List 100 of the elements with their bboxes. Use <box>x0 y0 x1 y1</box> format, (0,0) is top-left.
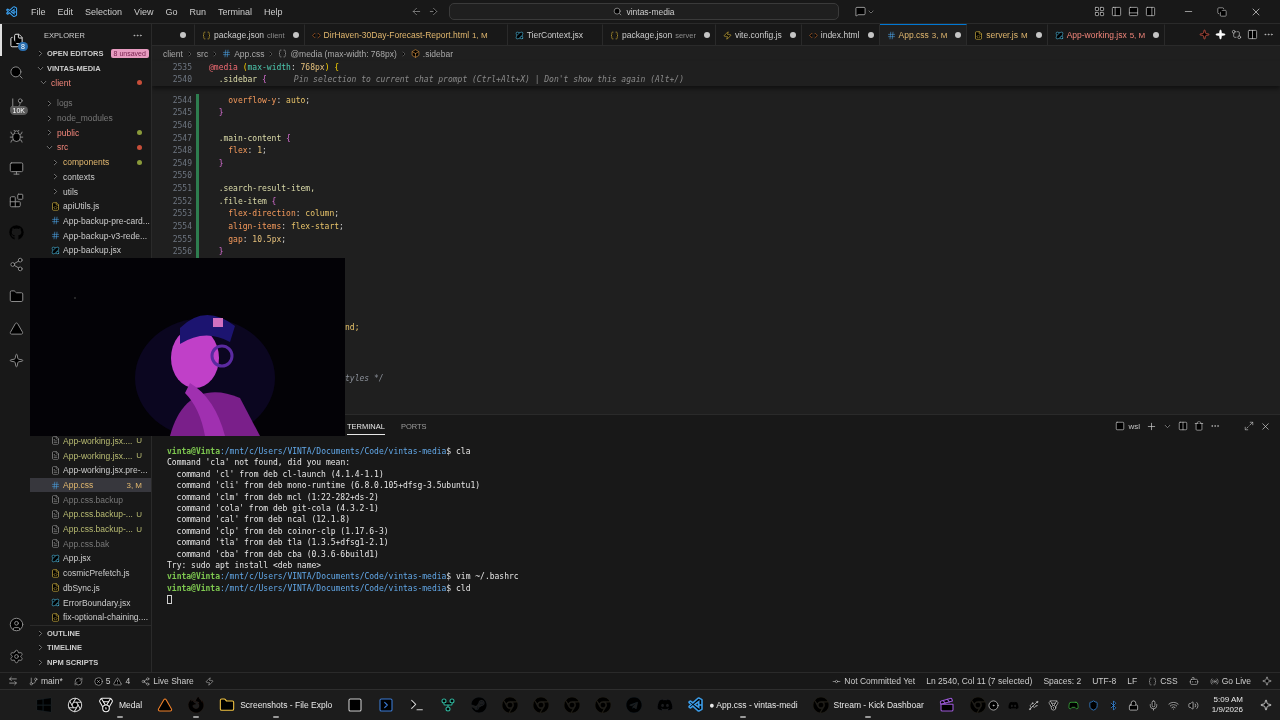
tree-item[interactable]: App.css.bak <box>30 536 151 552</box>
line-number: 2555 <box>171 234 192 244</box>
tree-item[interactable]: dbSync.js <box>30 580 151 596</box>
breadcrumb[interactable]: client <box>163 48 183 59</box>
line-number: 2546 <box>171 120 192 130</box>
taskbar-app[interactable]: Screenshots - File Explo <box>217 692 335 718</box>
code-line: @media (max-width: 768px) { <box>209 62 340 72</box>
code-line: nd; <box>345 323 360 333</box>
tree-item[interactable]: App.css 3, M <box>30 477 151 493</box>
command-center[interactable]: vintas-media <box>449 3 839 20</box>
line-number: 2554 <box>171 222 192 232</box>
terminal-line: command 'clp' from deb coinor-clp (1.17.6-3) <box>175 525 390 538</box>
tree-item[interactable]: ErrorBoundary.jsx <box>30 595 151 610</box>
tree-item[interactable]: App.css.backup <box>30 492 151 508</box>
menu-item[interactable]: File <box>26 4 51 19</box>
problems-button[interactable]: 5 4 <box>93 676 131 686</box>
tree-item[interactable]: public <box>30 125 151 141</box>
live-share-button[interactable]: Live Share <box>141 676 194 686</box>
language-button[interactable]: CSS <box>1148 676 1178 686</box>
tree-item[interactable]: contexts <box>30 169 151 185</box>
terminal-line: vinta@Vinta:/mnt/c/Users/VINTA/Documents/Code/vintas-media$ vim ~/.bashrc <box>167 571 520 583</box>
terminal-line: command 'cal' from deb ncal (12.1.8) <box>175 514 351 526</box>
code-line: } <box>217 108 224 118</box>
code-line: tyles */ <box>345 373 384 383</box>
menu-item[interactable]: Edit <box>52 4 79 19</box>
taskbar-app[interactable]: ● App.css - vintas-medi <box>686 692 800 718</box>
breadcrumb[interactable]: App.css <box>234 48 265 59</box>
terminal-line: command 'cl' from deb cl-launch (4.1.4-1.1) <box>175 468 385 481</box>
line-number: 2544 <box>171 95 192 105</box>
breadcrumb[interactable]: @media (max-width: 768px) <box>290 48 397 59</box>
tree-item[interactable]: utils <box>30 184 151 199</box>
line-number: 2545 <box>171 108 192 118</box>
menu-item[interactable]: Go <box>160 4 183 19</box>
tree-item[interactable]: App-backup-pre-card... <box>30 213 151 229</box>
code-line: gap: 10.5px; <box>227 234 287 244</box>
tree-item[interactable]: App.css.backup-... U <box>30 507 151 522</box>
inline-hint: Pin selection to current chat prompt (Ctrl+Alt+X) | Don't show this again (Alt+/) <box>293 75 684 85</box>
line-number: 2553 <box>171 209 192 219</box>
menu-item[interactable]: Selection <box>80 4 128 19</box>
terminal-line: vinta@Vinta:/mnt/c/Users/VINTA/Documents/Code/vintas-media$ cld <box>167 582 472 595</box>
code-line: } <box>217 247 224 257</box>
line-number: 2548 <box>171 146 192 156</box>
terminal-line: Try: sudo apt install <deb name> <box>167 559 323 571</box>
code-line: .main-content { <box>217 133 291 143</box>
editor-tab[interactable]: App.css 3, M <box>879 24 968 45</box>
status-item[interactable]: LF <box>1127 676 1138 686</box>
tree-item[interactable]: App-working.jsx.... U <box>30 433 151 449</box>
terminal-line: command 'cli' from deb mono-runtime (6.8.0.105+dfsg-3.5ubuntu1) <box>175 480 482 492</box>
code-line: .sidebar { <box>217 75 267 85</box>
line-number: 2552 <box>171 196 192 206</box>
tree-item[interactable]: App-working.jsx.pre-... <box>30 463 151 478</box>
tree-item[interactable]: App.jsx <box>30 551 151 566</box>
code-line: .file-item { <box>217 196 277 206</box>
code-line: align-items: flex-start; <box>227 222 344 232</box>
tree-item[interactable]: logs <box>30 96 151 111</box>
breadcrumb[interactable]: .sidebar <box>422 48 454 59</box>
tree-item[interactable]: apiUtils.js <box>30 198 151 214</box>
tree-item[interactable]: App-backup.jsx <box>30 242 151 258</box>
code-line: flex: 1; <box>227 146 267 156</box>
tree-item[interactable]: node_modules <box>30 110 151 126</box>
tree-item[interactable]: App-working.jsx.... U <box>30 448 151 463</box>
status-item[interactable]: Spaces: 2 <box>1043 676 1082 686</box>
line-number: 2549 <box>171 158 192 168</box>
line-number: 2550 <box>171 171 192 181</box>
status-item[interactable]: UTF-8 <box>1092 676 1117 686</box>
terminal-line: command 'cola' from deb git-cola (4.3.2-1) <box>175 502 380 515</box>
terminal-line: vinta@Vinta:/mnt/c/Users/VINTA/Documents/Code/vintas-media$ cla <box>167 446 472 458</box>
tree-item[interactable]: cosmicPrefetch.js <box>30 565 151 581</box>
line-number: 2547 <box>171 133 192 143</box>
tree-item[interactable]: src <box>30 140 151 155</box>
taskbar-app[interactable]: Stream - Kick Dashboar <box>810 692 926 718</box>
shell-selector[interactable]: wsl <box>1115 421 1140 431</box>
line-number: 2540 <box>171 75 192 85</box>
taskbar-app[interactable]: Medal <box>96 692 145 718</box>
code-line: .search-result-item, <box>217 184 315 194</box>
code-line: overflow-y: auto; <box>227 95 311 105</box>
blame-status[interactable]: Not Committed Yet <box>832 676 916 686</box>
terminal-line: command 'cba' from deb cba (0.3.6-6build1) <box>175 548 380 560</box>
code-line: } <box>217 158 224 168</box>
line-number: 2535 <box>171 62 192 72</box>
tree-item[interactable]: fix-optional-chaining.... <box>30 609 151 625</box>
menu-item[interactable]: View <box>129 4 159 19</box>
line-number: 2551 <box>171 184 192 194</box>
go-live-button[interactable]: Go Live <box>1209 676 1251 686</box>
terminal-line: command 'tla' from deb tla (1.3.5+dfsg1-2.1) <box>175 537 390 549</box>
branch-button[interactable]: main* <box>29 676 63 686</box>
terminal-line: Command 'cla' not found, did you mean: <box>167 457 352 469</box>
tree-item[interactable]: components <box>30 154 151 170</box>
menu-item[interactable]: Terminal <box>212 4 257 19</box>
clock[interactable]: 5:09 AM 1/9/2026 <box>1211 695 1243 715</box>
menu-item[interactable]: Help <box>258 4 288 19</box>
code-line: flex-direction: column; <box>227 209 340 219</box>
status-item[interactable]: Ln 2540, Col 11 (7 selected) <box>926 676 1033 686</box>
tree-item[interactable]: App-backup-v3-rede... <box>30 228 151 243</box>
tree-item[interactable]: App.css.backup-... U <box>30 521 151 537</box>
tree-item[interactable]: client <box>30 75 151 91</box>
terminal-line: command 'clm' from deb mcl (1:22-282+ds-2) <box>175 491 380 503</box>
line-number: 2556 <box>171 247 192 257</box>
breadcrumb[interactable]: src <box>196 48 209 59</box>
menu-item[interactable]: Run <box>184 4 211 19</box>
